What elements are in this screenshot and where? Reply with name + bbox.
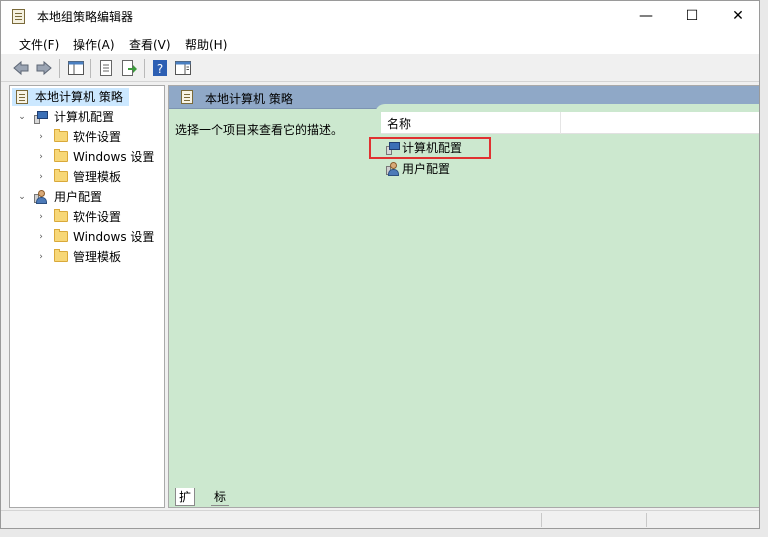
folder-icon	[54, 249, 68, 262]
chevron-right-icon[interactable]: ›	[34, 248, 48, 266]
user-config-icon	[34, 190, 48, 204]
highlight-annotation	[369, 137, 491, 159]
tree-item-software-settings[interactable]: › 软件设置	[10, 128, 160, 146]
show-hide-action-pane-icon[interactable]	[174, 59, 192, 77]
chevron-right-icon[interactable]: ›	[34, 208, 48, 226]
policy-editor-icon	[12, 9, 25, 24]
items-list: 名称 计算机配置 用户配置	[375, 104, 759, 484]
status-bar	[1, 510, 759, 528]
column-divider[interactable]	[560, 112, 561, 134]
help-icon[interactable]: ?	[151, 59, 169, 77]
chevron-right-icon[interactable]: ›	[34, 148, 48, 166]
minimize-button[interactable]: —	[623, 1, 669, 32]
svg-text:?: ?	[157, 62, 163, 76]
maximize-button[interactable]: ☐	[669, 1, 715, 32]
tree-item-label: 管理模板	[73, 170, 122, 184]
properties-icon[interactable]	[97, 59, 115, 77]
app-window: 本地组策略编辑器 — ☐ ✕ 文件(F) 操作(A) 查看(V) 帮助(H) ?…	[0, 0, 760, 529]
console-tree: 本地计算机 策略 ⌄ 计算机配置 › 软件设置 › Windows 设置 › 管…	[9, 85, 165, 508]
policy-document-icon	[16, 90, 28, 104]
tree-item-label: 用户配置	[54, 190, 103, 204]
show-hide-tree-icon[interactable]	[67, 59, 85, 77]
user-config-icon	[386, 162, 400, 176]
tree-item-user-configuration[interactable]: ⌄ 用户配置	[10, 188, 160, 206]
tree-item-windows-settings[interactable]: › Windows 设置	[10, 228, 160, 246]
close-button[interactable]: ✕	[715, 1, 759, 32]
tree-item-label: 软件设置	[73, 130, 122, 144]
column-header-row: 名称	[381, 112, 759, 134]
list-item-user-configuration[interactable]: 用户配置	[381, 160, 501, 178]
tree-item-label: Windows 设置	[73, 150, 155, 164]
toolbar: ?	[1, 55, 759, 82]
folder-icon	[54, 149, 68, 162]
chevron-down-icon[interactable]: ⌄	[15, 108, 29, 126]
menu-file[interactable]: 文件(F)	[19, 36, 59, 53]
forward-icon[interactable]	[35, 59, 53, 77]
description-text: 选择一个项目来查看它的描述。	[175, 123, 344, 137]
chevron-right-icon[interactable]: ›	[34, 128, 48, 146]
tree-item-administrative-templates[interactable]: › 管理模板	[10, 168, 160, 186]
list-item-label: 用户配置	[402, 162, 451, 176]
tree-item-administrative-templates[interactable]: › 管理模板	[10, 248, 160, 266]
tab-standard[interactable]: 标准	[211, 488, 230, 506]
chevron-right-icon[interactable]: ›	[34, 228, 48, 246]
tree-item-label: 管理模板	[73, 250, 122, 264]
details-pane: 本地计算机 策略 选择一个项目来查看它的描述。 名称 计算机配置 用户配置 扩展…	[168, 85, 759, 508]
column-header-name[interactable]: 名称	[387, 115, 411, 132]
export-list-icon[interactable]	[120, 59, 138, 77]
folder-icon	[54, 229, 68, 242]
computer-config-icon	[34, 110, 48, 124]
menu-view[interactable]: 查看(V)	[129, 36, 171, 53]
tree-item-label: 计算机配置	[54, 110, 115, 124]
tree-item-windows-settings[interactable]: › Windows 设置	[10, 148, 160, 166]
tree-item-label: Windows 设置	[73, 230, 155, 244]
chevron-down-icon[interactable]: ⌄	[15, 188, 29, 206]
menu-help[interactable]: 帮助(H)	[185, 36, 227, 53]
chevron-right-icon[interactable]: ›	[34, 168, 48, 186]
back-icon[interactable]	[12, 59, 30, 77]
policy-document-icon	[181, 90, 193, 104]
tree-item-local-computer-policy[interactable]: 本地计算机 策略	[12, 88, 129, 106]
tree-item-label: 软件设置	[73, 210, 122, 224]
window-title: 本地组策略编辑器	[37, 10, 134, 24]
details-header-title: 本地计算机 策略	[205, 92, 293, 106]
tree-item-computer-configuration[interactable]: ⌄ 计算机配置	[10, 108, 160, 126]
tree-item-label: 本地计算机 策略	[35, 90, 123, 104]
folder-icon	[54, 209, 68, 222]
menu-bar: 文件(F) 操作(A) 查看(V) 帮助(H)	[1, 32, 759, 54]
toolbar-separator	[59, 59, 60, 78]
status-divider	[646, 513, 647, 527]
tree-item-software-settings[interactable]: › 软件设置	[10, 208, 160, 226]
toolbar-separator	[90, 59, 91, 78]
tab-extended[interactable]: 扩展	[175, 488, 196, 506]
status-divider	[541, 513, 542, 527]
title-bar: 本地组策略编辑器 — ☐ ✕	[1, 1, 759, 32]
menu-action[interactable]: 操作(A)	[73, 36, 115, 53]
folder-icon	[54, 129, 68, 142]
toolbar-separator	[144, 59, 145, 78]
folder-icon	[54, 169, 68, 182]
